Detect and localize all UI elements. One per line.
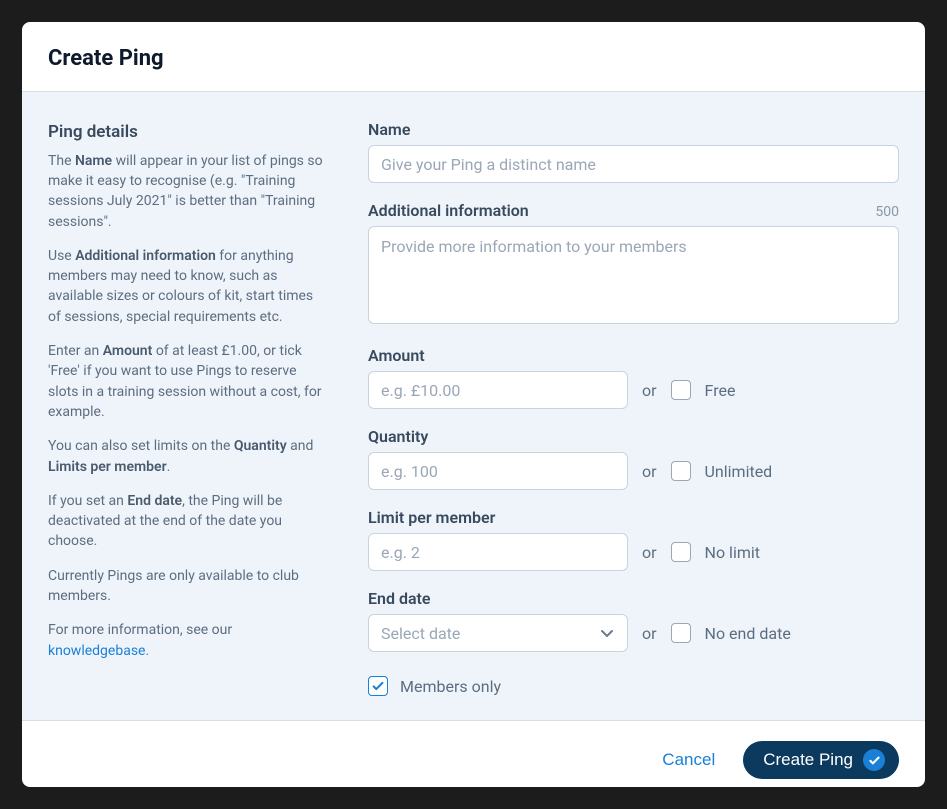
help-sidebar: Ping details The Name will appear in you…: [48, 120, 328, 696]
members-only-row: Members only: [368, 676, 899, 696]
modal-footer: Cancel Create Ping: [22, 720, 925, 787]
modal-body: Ping details The Name will appear in you…: [22, 92, 925, 720]
quantity-label: Quantity: [368, 427, 899, 446]
help-paragraph-name: The Name will appear in your list of pin…: [48, 151, 328, 232]
knowledgebase-link[interactable]: knowledgebase: [48, 643, 145, 659]
chevron-down-icon: [599, 625, 615, 641]
info-field-group: Additional information 500: [368, 201, 899, 328]
limit-label: Limit per member: [368, 508, 899, 527]
amount-field-group: Amount or Free: [368, 346, 899, 409]
create-ping-button-label: Create Ping: [763, 750, 853, 770]
help-paragraph-kb: For more information, see our knowledgeb…: [48, 620, 328, 661]
free-label: Free: [705, 381, 736, 400]
or-text: or: [642, 462, 657, 481]
members-only-checkbox[interactable]: [368, 676, 388, 696]
end-date-select[interactable]: Select date: [368, 614, 628, 652]
name-label: Name: [368, 120, 899, 139]
help-paragraph-info: Use Additional information for anything …: [48, 246, 328, 327]
help-paragraph-amount: Enter an Amount of at least £1.00, or ti…: [48, 341, 328, 422]
limit-field-group: Limit per member or No limit: [368, 508, 899, 571]
no-limit-checkbox[interactable]: [671, 542, 691, 562]
info-textarea[interactable]: [368, 226, 899, 324]
name-field-group: Name: [368, 120, 899, 183]
quantity-field-group: Quantity or Unlimited: [368, 427, 899, 490]
or-text: or: [642, 624, 657, 643]
help-paragraph-members: Currently Pings are only available to cl…: [48, 566, 328, 607]
or-text: or: [642, 543, 657, 562]
create-ping-button[interactable]: Create Ping: [743, 741, 899, 779]
create-ping-modal: Create Ping Ping details The Name will a…: [22, 22, 925, 787]
cancel-button[interactable]: Cancel: [662, 750, 715, 770]
help-paragraph-limits: You can also set limits on the Quantity …: [48, 436, 328, 477]
limit-input[interactable]: [368, 533, 628, 571]
help-paragraph-enddate: If you set an End date, the Ping will be…: [48, 491, 328, 552]
end-date-placeholder: Select date: [381, 624, 460, 643]
name-input[interactable]: [368, 145, 899, 183]
end-date-label: End date: [368, 589, 899, 608]
amount-label: Amount: [368, 346, 899, 365]
or-text: or: [642, 381, 657, 400]
members-only-label: Members only: [400, 677, 501, 696]
quantity-input[interactable]: [368, 452, 628, 490]
check-circle-icon: [863, 749, 885, 771]
no-limit-label: No limit: [705, 543, 760, 562]
no-end-date-label: No end date: [705, 624, 791, 643]
no-end-date-checkbox[interactable]: [671, 623, 691, 643]
info-label: Additional information: [368, 201, 529, 220]
amount-input[interactable]: [368, 371, 628, 409]
unlimited-checkbox[interactable]: [671, 461, 691, 481]
info-char-count: 500: [875, 204, 899, 220]
help-heading: Ping details: [48, 120, 328, 145]
modal-header: Create Ping: [22, 22, 925, 92]
form-column: Name Additional information 500 Amount o…: [368, 120, 899, 696]
check-icon: [371, 679, 385, 693]
end-date-field-group: End date Select date or No end date: [368, 589, 899, 652]
unlimited-label: Unlimited: [705, 462, 773, 481]
free-checkbox[interactable]: [671, 380, 691, 400]
modal-title: Create Ping: [48, 46, 899, 71]
